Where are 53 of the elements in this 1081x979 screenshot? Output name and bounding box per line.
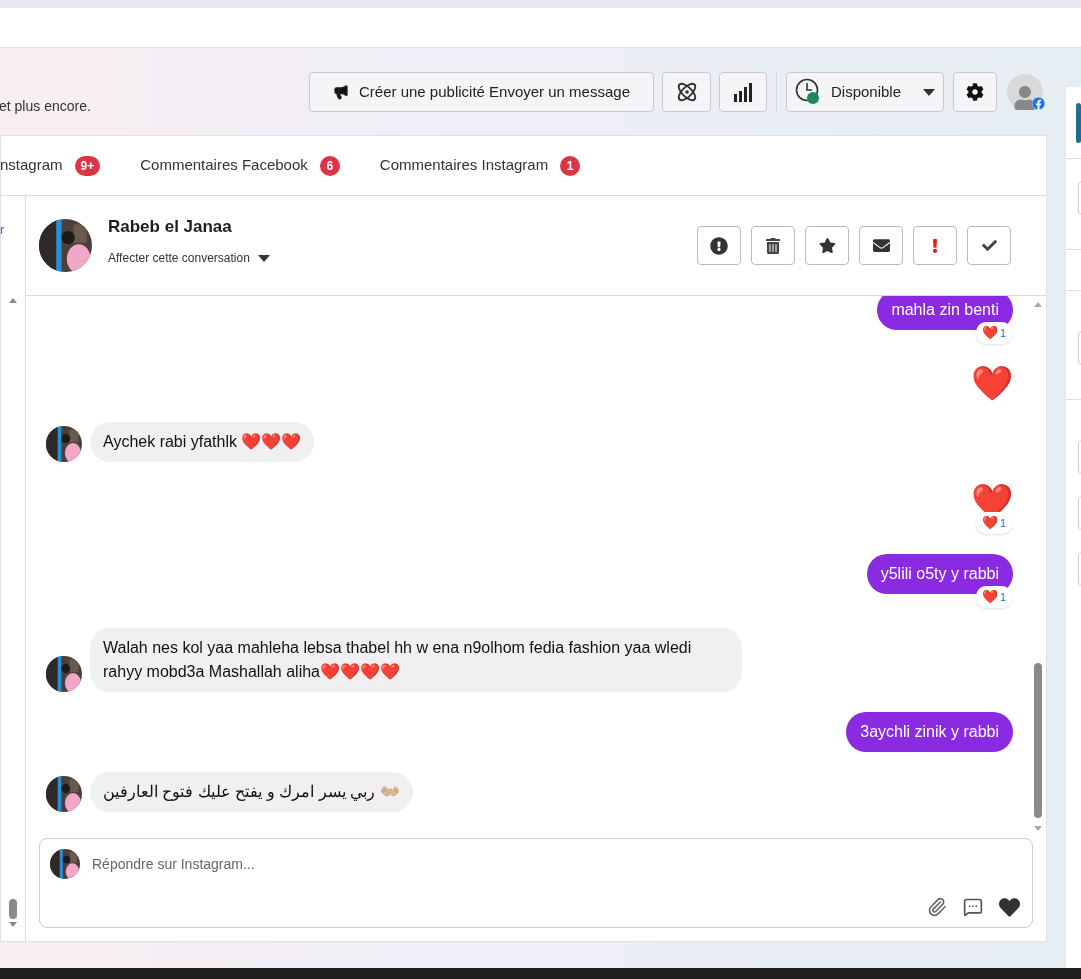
settings-button[interactable] (953, 72, 997, 112)
scroll-up-icon (9, 297, 17, 303)
atom-icon (675, 81, 698, 103)
reaction-count: 1 (999, 515, 1006, 531)
outgoing-message: 3aychli zinik y rabbi (846, 712, 1013, 752)
atom-button[interactable] (662, 72, 711, 112)
count-badge: 9+ (74, 155, 101, 176)
paperclip-icon[interactable] (927, 897, 947, 917)
scroll-down-icon (1034, 826, 1042, 831)
chat-bubble-icon[interactable] (963, 897, 983, 917)
scrollbar-thumb (9, 899, 17, 919)
scroll-down-icon (9, 922, 17, 927)
assign-dropdown[interactable]: Affecter cette conversation (108, 249, 270, 268)
caret-icon (257, 254, 270, 262)
person-icon (1013, 86, 1037, 110)
caret-icon (923, 88, 935, 96)
facebook-icon (1032, 97, 1045, 110)
done-button[interactable] (967, 226, 1011, 265)
status-dropdown[interactable]: Disponible (786, 72, 944, 112)
count-badge: 6 (319, 155, 340, 176)
check-icon (981, 238, 997, 253)
report-button[interactable] (697, 226, 741, 265)
megaphone-icon (333, 84, 349, 100)
heart-emoji: ❤ (971, 364, 1013, 402)
tab[interactable]: nstagram 9+ (0, 136, 101, 195)
reply-input[interactable]: Répondre sur Instagram... (92, 853, 1022, 875)
tab[interactable]: Commentaires Instagram 1 (379, 136, 581, 195)
clock-status-icon (795, 78, 821, 106)
alert-icon (710, 236, 728, 255)
incoming-message: Walah nes kol yaa mahleha lebsa thabel hh w ena n9olhom fedia fashion yaa wledi rahyy mobd3a Mashallah aliha❤❤❤❤ (90, 628, 742, 692)
settings-icon (966, 83, 984, 101)
star-icon (818, 237, 836, 254)
sidebar-text: r (0, 221, 5, 239)
incoming-message: Aychek rabi yfathlk ❤❤❤ (90, 422, 315, 462)
reply-box[interactable]: Répondre sur Instagram... (39, 838, 1033, 928)
create-ad-button[interactable]: Créer une publicité Envoyer un message (309, 72, 654, 112)
scroll-up-icon (1034, 302, 1042, 307)
priority-button[interactable] (913, 226, 957, 265)
mail-button[interactable] (859, 226, 903, 265)
trash-icon (765, 237, 781, 254)
contact-name: Rabeb el Janaa (108, 215, 233, 238)
banner-text: et plus encore. (0, 97, 91, 116)
star-button[interactable] (805, 226, 849, 265)
heart-icon[interactable] (999, 897, 1020, 918)
bar-chart-icon (733, 82, 753, 102)
profile-avatar[interactable] (1007, 74, 1043, 110)
page-avatar (1076, 102, 1081, 143)
count-badge: 1 (560, 155, 581, 176)
incoming-message: ربي يسر امرك و يفتح عليك فتوح العارفين 👐🏼 (90, 772, 413, 812)
delete-button[interactable] (751, 226, 795, 265)
stats-button[interactable] (719, 72, 767, 112)
envelope-icon (872, 237, 890, 254)
tab[interactable]: Commentaires Facebook 6 (140, 136, 340, 195)
